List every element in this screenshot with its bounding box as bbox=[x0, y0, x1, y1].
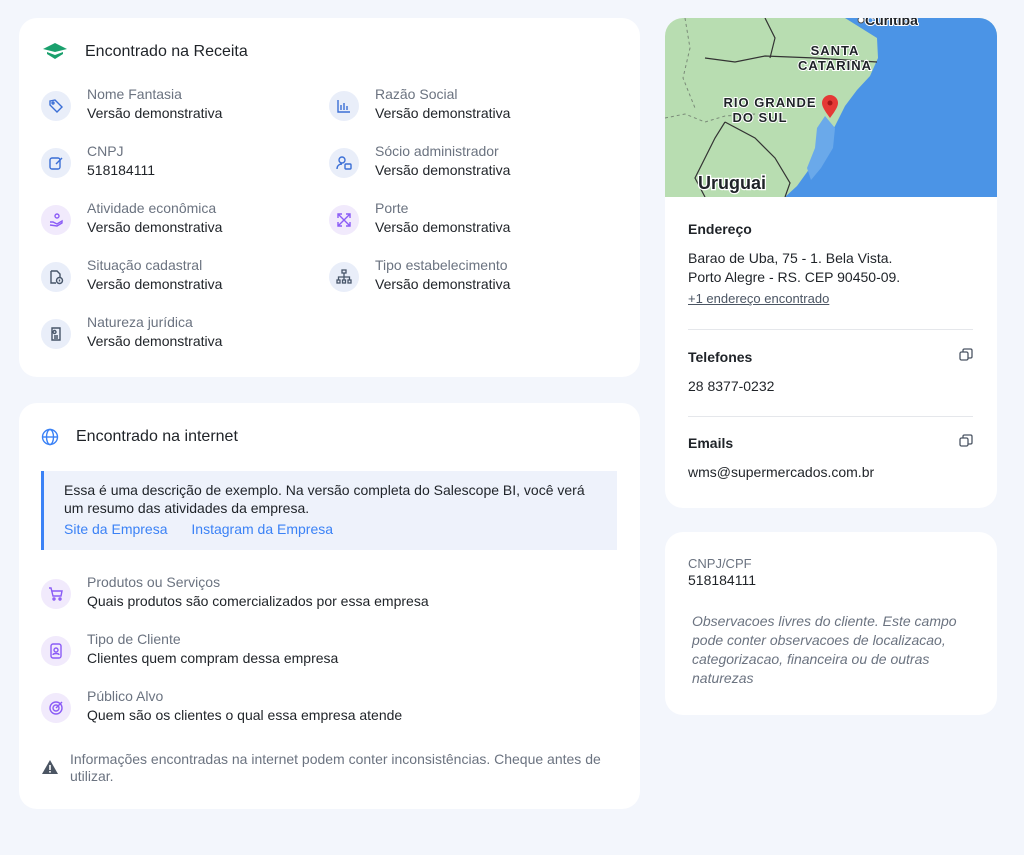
receita-title: Encontrado na Receita bbox=[85, 43, 248, 60]
internet-card: Encontrado na internet Essa é uma descri… bbox=[19, 403, 640, 809]
field-situacao: Situação cadastral Versão demonstrativa bbox=[41, 256, 222, 294]
phones-title: Telefones bbox=[688, 348, 753, 365]
field-tipo-estabelecimento: Tipo estabelecimento Versão demonstrativ… bbox=[329, 256, 510, 294]
client-observations: Observacoes livres do cliente. Este camp… bbox=[692, 613, 957, 686]
address-line2: Porto Alegre - RS. CEP 90450-09. bbox=[688, 269, 901, 285]
cnpj-cpf-label: CNPJ/CPF bbox=[688, 556, 752, 571]
field-value: Versão demonstrativa bbox=[87, 105, 223, 121]
contact-card: Curitiba SANTA CATARINA RIO GRANDE DO SU… bbox=[665, 18, 997, 508]
internet-title: Encontrado na internet bbox=[76, 428, 238, 445]
notes-card: CNPJ/CPF 518184111 Observacoes livres do… bbox=[665, 532, 997, 715]
address-section: Endereço Barao de Uba, 75 - 1. Bela Vist… bbox=[688, 221, 973, 306]
field-porte: Porte Versão demonstrativa bbox=[329, 199, 510, 237]
field-value: Versão demonstrativa bbox=[375, 219, 511, 235]
site-link[interactable]: Site da Empresa bbox=[64, 521, 168, 537]
map-label-curitiba: Curitiba bbox=[865, 18, 918, 28]
map-label-rio-grande: RIO GRANDE bbox=[723, 95, 816, 110]
document-info-icon bbox=[41, 262, 71, 292]
field-atividade: Atividade econômica Versão demonstrativa bbox=[41, 199, 222, 237]
receita-card: Encontrado na Receita Nome Fantasia Vers… bbox=[19, 18, 640, 377]
field-value: Versão demonstrativa bbox=[375, 276, 511, 292]
divider bbox=[688, 329, 973, 330]
field-value: Versão demonstrativa bbox=[375, 105, 511, 121]
item-publico-alvo: Público Alvo Quem são os clientes o qual… bbox=[41, 687, 402, 725]
field-cnpj: CNPJ 518184111 bbox=[41, 142, 155, 180]
item-tipo-cliente: Tipo de Cliente Clientes quem compram de… bbox=[41, 630, 338, 668]
map-label-catarina: CATARINA bbox=[798, 58, 872, 73]
instagram-link[interactable]: Instagram da Empresa bbox=[191, 521, 333, 537]
field-razao-social: Razão Social Versão demonstrativa bbox=[329, 85, 510, 123]
person-card-icon bbox=[41, 636, 71, 666]
warning-text: Informações encontradas na internet pode… bbox=[70, 751, 601, 784]
globe-icon bbox=[41, 428, 59, 451]
emails-title: Emails bbox=[688, 434, 734, 451]
edit-icon bbox=[41, 148, 71, 178]
field-label: Sócio administrador bbox=[375, 143, 499, 159]
tag-icon bbox=[41, 91, 71, 121]
hand-coin-icon bbox=[41, 205, 71, 235]
field-value: Versão demonstrativa bbox=[87, 276, 223, 292]
internet-warning: Informações encontradas na internet pode… bbox=[41, 751, 621, 785]
expand-arrows-icon bbox=[329, 205, 359, 235]
map-label-do-sul: DO SUL bbox=[732, 110, 787, 125]
company-description: Essa é uma descrição de exemplo. Na vers… bbox=[64, 482, 585, 516]
more-addresses-link[interactable]: +1 endereço encontrado bbox=[688, 291, 973, 306]
cart-icon bbox=[41, 579, 71, 609]
item-label: Produtos ou Serviços bbox=[87, 574, 221, 590]
address-title: Endereço bbox=[688, 221, 752, 237]
item-label: Público Alvo bbox=[87, 688, 164, 704]
field-label: Natureza jurídica bbox=[87, 314, 193, 330]
divider bbox=[688, 416, 973, 417]
item-value: Clientes quem compram dessa empresa bbox=[87, 650, 339, 666]
field-label: Tipo estabelecimento bbox=[375, 257, 508, 273]
field-value: Versão demonstrativa bbox=[87, 333, 223, 349]
item-produtos: Produtos ou Serviços Quais produtos são … bbox=[41, 573, 429, 611]
field-value: 518184111 bbox=[87, 162, 155, 178]
hierarchy-icon bbox=[329, 262, 359, 292]
user-badge-icon bbox=[329, 148, 359, 178]
item-value: Quais produtos são comercializados por e… bbox=[87, 593, 429, 609]
phone-value: 28 8377-0232 bbox=[688, 378, 775, 394]
field-natureza: Natureza jurídica Versão demonstrativa bbox=[41, 313, 222, 351]
item-value: Quem são os clientes o qual essa empresa… bbox=[87, 707, 403, 723]
field-label: Nome Fantasia bbox=[87, 86, 182, 102]
legal-document-icon bbox=[41, 319, 71, 349]
field-nome-fantasia: Nome Fantasia Versão demonstrativa bbox=[41, 85, 222, 123]
copy-email-icon[interactable] bbox=[959, 434, 973, 451]
map-label-uruguai: Uruguai bbox=[698, 173, 766, 193]
emails-section: Emails wms@supermercados.com.br bbox=[688, 434, 973, 482]
email-value: wms@supermercados.com.br bbox=[688, 464, 875, 480]
phones-section: Telefones 28 8377-0232 bbox=[688, 348, 973, 396]
field-label: Porte bbox=[375, 200, 409, 216]
target-icon bbox=[41, 693, 71, 723]
field-label: Razão Social bbox=[375, 86, 458, 102]
receita-logo-icon bbox=[41, 41, 69, 66]
field-label: Atividade econômica bbox=[87, 200, 217, 216]
field-label: Situação cadastral bbox=[87, 257, 203, 273]
item-label: Tipo de Cliente bbox=[87, 631, 181, 647]
warning-icon bbox=[41, 759, 59, 785]
chart-icon bbox=[329, 91, 359, 121]
field-socio: Sócio administrador Versão demonstrativa bbox=[329, 142, 510, 180]
field-label: CNPJ bbox=[87, 143, 124, 159]
address-line1: Barao de Uba, 75 - 1. Bela Vista. bbox=[688, 250, 893, 266]
cnpj-cpf-value: 518184111 bbox=[688, 572, 756, 588]
map-label-santa: SANTA bbox=[811, 43, 860, 58]
field-value: Versão demonstrativa bbox=[87, 219, 223, 235]
location-map[interactable]: Curitiba SANTA CATARINA RIO GRANDE DO SU… bbox=[665, 18, 997, 197]
copy-phone-icon[interactable] bbox=[959, 348, 973, 365]
field-value: Versão demonstrativa bbox=[375, 162, 511, 178]
description-box: Essa é uma descrição de exemplo. Na vers… bbox=[41, 471, 617, 550]
